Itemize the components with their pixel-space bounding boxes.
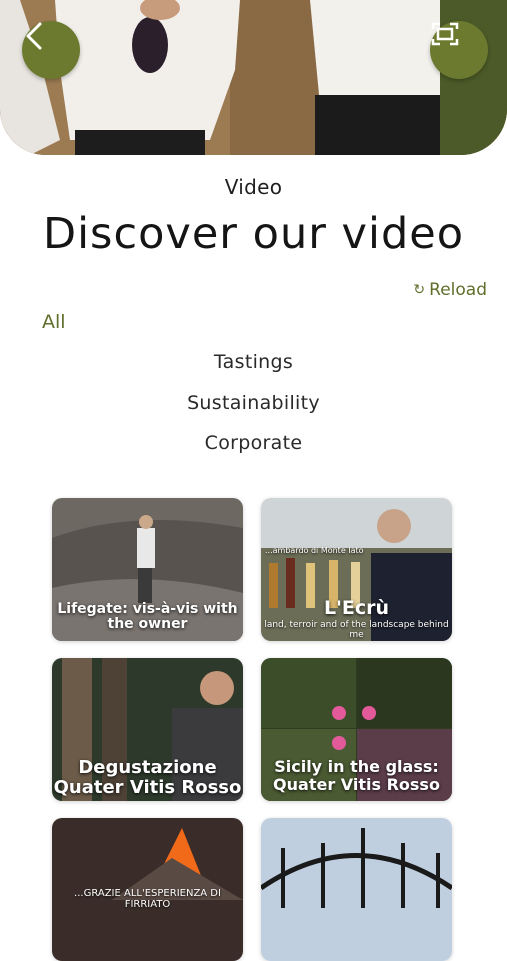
video-card[interactable]: Lifegate: vis-à-vis with the owner xyxy=(52,498,243,641)
chevron-left-icon xyxy=(26,22,42,50)
section-kicker: Video xyxy=(224,175,283,199)
video-title: L'Ecrù xyxy=(323,597,390,619)
filter-sustainability[interactable]: Sustainability xyxy=(0,392,507,414)
video-thumbnail xyxy=(261,818,452,961)
video-card[interactable]: Sicily in the glass: Quater Vitis Rosso xyxy=(261,658,452,801)
page-title: Discover our video xyxy=(42,209,465,259)
video-title: Lifegate: vis-à-vis with the owner xyxy=(57,601,238,633)
video-title: Degustazione Quater Vitis Rosso xyxy=(53,757,242,798)
back-button[interactable] xyxy=(22,21,80,79)
filter-tastings[interactable]: Tastings xyxy=(0,351,507,373)
filter-all[interactable]: All xyxy=(42,311,66,333)
video-overlay-text: ...ambardo di Monte Iato xyxy=(265,546,364,555)
video-card[interactable]: ...ambardo di Monte Iato L'Ecrù land, te… xyxy=(261,498,452,641)
reload-icon: ↻ xyxy=(413,282,426,298)
reload-label: Reload xyxy=(429,280,487,300)
video-caption: land, terroir and of the landscape behin… xyxy=(264,620,449,640)
fullscreen-button[interactable] xyxy=(430,21,488,79)
video-card[interactable]: ...GRAZIE ALL'ESPERIENZA DI FIRRIATO xyxy=(52,818,243,961)
hero-image xyxy=(0,0,507,155)
reload-button[interactable]: ↻ Reload xyxy=(413,280,487,300)
video-card[interactable]: Degustazione Quater Vitis Rosso xyxy=(52,658,243,801)
filter-corporate[interactable]: Corporate xyxy=(0,432,507,454)
video-card[interactable] xyxy=(261,818,452,961)
fullscreen-icon xyxy=(431,22,459,46)
video-caption: ...GRAZIE ALL'ESPERIENZA DI FIRRIATO xyxy=(74,888,221,910)
video-title: Sicily in the glass: Quater Vitis Rosso xyxy=(273,757,440,794)
